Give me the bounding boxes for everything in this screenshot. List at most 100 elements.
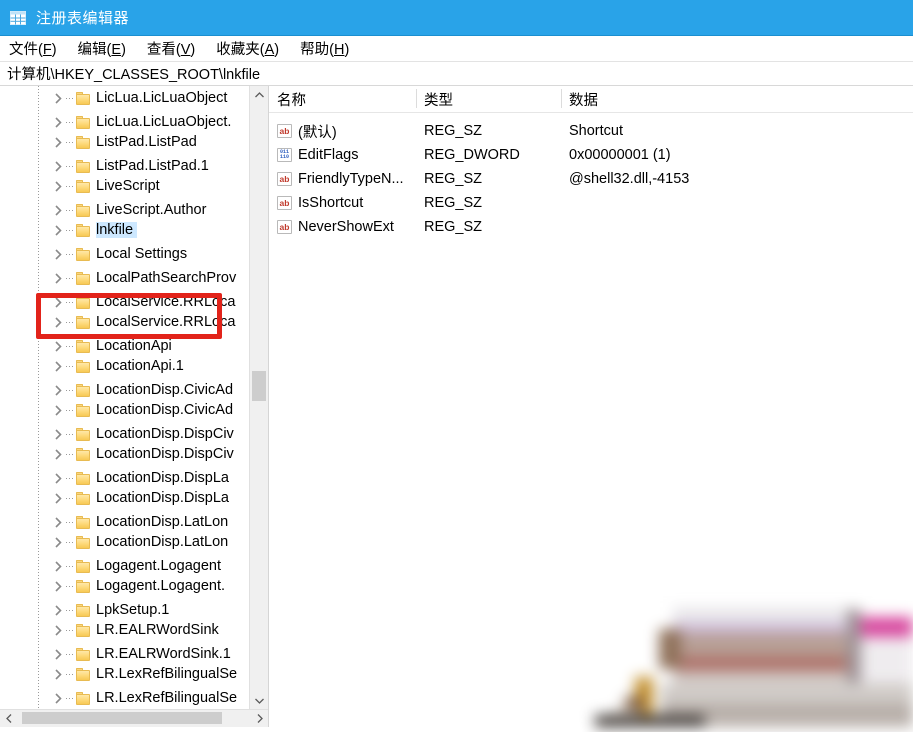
- folder-icon: [76, 159, 90, 173]
- menu-item-edit-accel: E: [111, 42, 122, 58]
- tree-connector: [66, 389, 74, 391]
- tree-item[interactable]: Local Settings: [0, 242, 191, 266]
- registry-tree[interactable]: LicLua.LicLuaObject LicLua.LicLuaObject. L…: [0, 86, 250, 710]
- value-type-cell: REG_DWORD: [424, 147, 520, 163]
- address-bar[interactable]: 计算机\HKEY_CLASSES_ROOT\lnkfile: [0, 61, 913, 86]
- folder-icon: [76, 623, 90, 637]
- scroll-left-arrow-icon[interactable]: [0, 710, 17, 726]
- tree-item-label: LocalService.RRLoca: [96, 294, 236, 310]
- chevron-right-icon[interactable]: [50, 516, 66, 528]
- chevron-right-icon[interactable]: [50, 160, 66, 172]
- chevron-right-icon[interactable]: [50, 360, 66, 372]
- tree-item[interactable]: LocationApi.1: [0, 354, 188, 378]
- chevron-right-icon[interactable]: [50, 492, 66, 504]
- chevron-right-icon[interactable]: [50, 448, 66, 460]
- tree-item-label: ListPad.ListPad.1: [96, 158, 209, 174]
- value-type-cell: REG_SZ: [424, 171, 483, 187]
- value-name-label: FriendlyTypeN...: [298, 171, 404, 187]
- tree-connector: [66, 697, 74, 699]
- value-row[interactable]: (默认) REG_SZ Shortcut: [269, 119, 913, 143]
- folder-icon: [76, 491, 90, 505]
- folder-icon: [76, 271, 90, 285]
- chevron-right-icon[interactable]: [50, 648, 66, 660]
- tree-item[interactable]: LocationDisp.LatLon: [0, 530, 232, 554]
- tree-item[interactable]: LocationDisp.CivicAd: [0, 398, 237, 422]
- tree-scrollbar-thumb[interactable]: [252, 371, 266, 401]
- tree-item[interactable]: LR.LexRefBilingualSe: [0, 662, 241, 686]
- value-row[interactable]: EditFlags REG_DWORD 0x00000001 (1): [269, 143, 913, 167]
- chevron-right-icon[interactable]: [50, 272, 66, 284]
- tree-item[interactable]: LR.EALRWordSink: [0, 618, 223, 642]
- chevron-right-icon[interactable]: [50, 428, 66, 440]
- folder-icon: [76, 515, 90, 529]
- tree-connector: [66, 585, 74, 587]
- chevron-right-icon[interactable]: [50, 472, 66, 484]
- value-type-cell: REG_SZ: [424, 123, 483, 139]
- tree-connector: [66, 277, 74, 279]
- chevron-right-icon[interactable]: [50, 180, 66, 192]
- scroll-up-arrow-icon[interactable]: [250, 86, 268, 104]
- tree-vertical-scrollbar[interactable]: [249, 86, 268, 710]
- value-row[interactable]: NeverShowExt REG_SZ: [269, 215, 913, 239]
- tree-connector: [66, 345, 74, 347]
- chevron-right-icon[interactable]: [50, 92, 66, 104]
- chevron-right-icon[interactable]: [50, 224, 66, 236]
- chevron-right-icon[interactable]: [50, 116, 66, 128]
- chevron-right-icon[interactable]: [50, 668, 66, 680]
- column-header-data[interactable]: 数据: [561, 86, 913, 112]
- tree-item[interactable]: ListPad.ListPad: [0, 130, 201, 154]
- tree-item[interactable]: Logagent.Logagent.: [0, 574, 229, 598]
- tree-item[interactable]: LocationDisp.DispLa: [0, 486, 233, 510]
- tree-horizontal-scrollbar[interactable]: [0, 709, 268, 727]
- value-type-cell: REG_SZ: [424, 219, 483, 235]
- menu-item-view[interactable]: 查看(V): [146, 37, 196, 60]
- menu-bar: 文件(F) 编辑(E) 查看(V) 收藏夹(A) 帮助(H): [0, 36, 913, 61]
- tree-item-selected[interactable]: lnkfile: [0, 218, 138, 242]
- menu-item-favorites-label: 收藏夹: [216, 42, 260, 58]
- menu-item-favorites[interactable]: 收藏夹(A): [215, 37, 280, 60]
- scroll-down-arrow-icon[interactable]: [250, 692, 268, 710]
- chevron-right-icon[interactable]: [50, 580, 66, 592]
- chevron-right-icon[interactable]: [50, 560, 66, 572]
- tree-connector: [66, 409, 74, 411]
- value-name-cell: IsShortcut: [277, 191, 363, 215]
- tree-connector: [66, 565, 74, 567]
- menu-item-file[interactable]: 文件(F): [8, 37, 58, 60]
- chevron-right-icon[interactable]: [50, 340, 66, 352]
- chevron-right-icon[interactable]: [50, 692, 66, 704]
- chevron-right-icon[interactable]: [50, 624, 66, 636]
- tree-connector: [66, 209, 74, 211]
- tree-item-label: LocationDisp.DispLa: [96, 490, 229, 506]
- folder-icon: [76, 339, 90, 353]
- menu-item-help[interactable]: 帮助(H): [299, 37, 350, 60]
- chevron-right-icon[interactable]: [50, 604, 66, 616]
- chevron-right-icon[interactable]: [50, 204, 66, 216]
- value-row[interactable]: FriendlyTypeN... REG_SZ @shell32.dll,-4153: [269, 167, 913, 191]
- tree-connector: [66, 653, 74, 655]
- menu-item-edit[interactable]: 编辑(E): [77, 37, 127, 60]
- chevron-right-icon[interactable]: [50, 248, 66, 260]
- menu-item-help-label: 帮助: [300, 42, 330, 58]
- tree-item[interactable]: LocalPathSearchProv: [0, 266, 240, 290]
- column-header-name[interactable]: 名称: [269, 86, 416, 112]
- column-header-type[interactable]: 类型: [416, 86, 561, 112]
- tree-item[interactable]: LiveScript: [0, 174, 164, 198]
- chevron-right-icon[interactable]: [50, 384, 66, 396]
- dword-value-icon: [277, 148, 292, 162]
- chevron-right-icon[interactable]: [50, 404, 66, 416]
- chevron-right-icon[interactable]: [50, 536, 66, 548]
- scroll-right-arrow-icon[interactable]: [251, 710, 268, 726]
- tree-item[interactable]: LocationDisp.DispCiv: [0, 442, 238, 466]
- chevron-right-icon[interactable]: [50, 136, 66, 148]
- tree-item[interactable]: LicLua.LicLuaObject: [0, 86, 231, 110]
- tree-connector: [66, 185, 74, 187]
- value-row[interactable]: IsShortcut REG_SZ: [269, 191, 913, 215]
- chevron-right-icon[interactable]: [50, 296, 66, 308]
- tree-hscrollbar-thumb[interactable]: [22, 712, 222, 724]
- tree-item-label: LocationDisp.LatLon: [96, 514, 229, 530]
- tree-item[interactable]: LocalService.RRLoca: [0, 310, 239, 334]
- chevron-right-icon[interactable]: [50, 316, 66, 328]
- value-name-label: IsShortcut: [298, 195, 364, 211]
- values-column-header: 名称 类型 数据: [269, 86, 913, 113]
- tree-item-label: LocationDisp.DispCiv: [96, 446, 234, 462]
